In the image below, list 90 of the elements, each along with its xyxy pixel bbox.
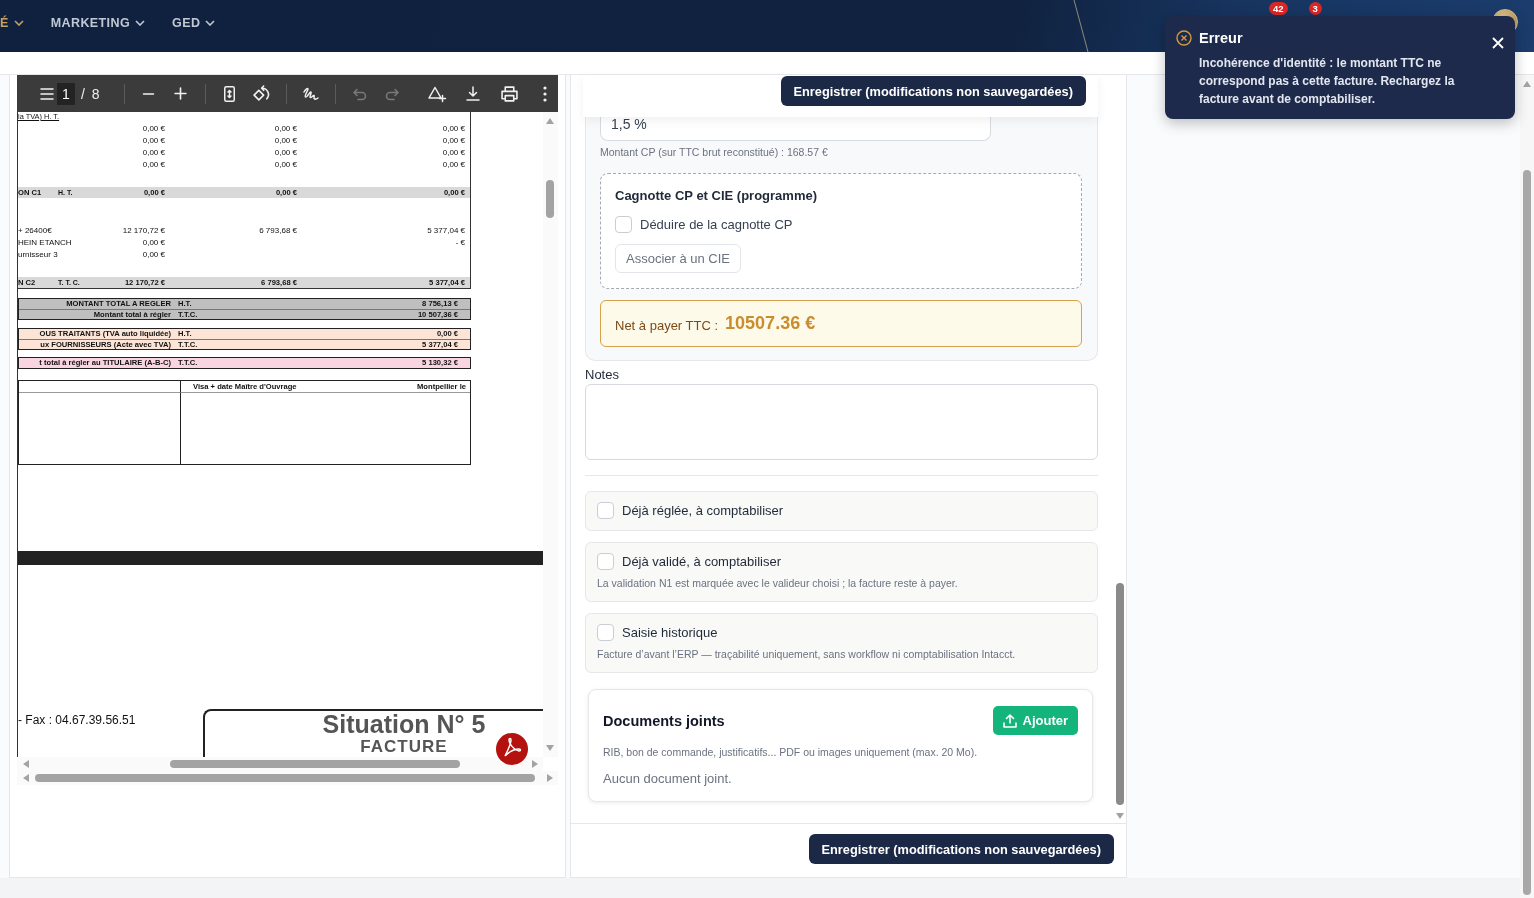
decorative-line <box>1072 0 1090 52</box>
amount-text: 0,00 € <box>273 135 297 145</box>
helper-text: Montant CP (sur TTC brut reconstitué) : 168.57 € <box>600 145 829 159</box>
row-label: HEIN ETANCH <box>18 237 73 247</box>
amount-text: 0,00 € <box>141 237 165 247</box>
section-title: Cagnotte CP et CIE (programme) <box>615 187 818 205</box>
scroll-down-arrow-icon[interactable] <box>1116 812 1124 821</box>
page-number-field[interactable]: 1 <box>57 82 75 105</box>
scrollbar-thumb[interactable] <box>1116 583 1124 805</box>
upload-icon <box>1002 713 1017 728</box>
chevron-down-icon <box>135 20 146 26</box>
amount-text: 5 377,04 € <box>426 225 466 235</box>
amount-text: 0,00 € <box>273 123 297 133</box>
toast-title: Erreur <box>1199 30 1243 46</box>
close-button[interactable] <box>1491 36 1505 50</box>
amount-text: 0,00 € <box>141 159 165 169</box>
scroll-down-arrow-icon[interactable] <box>546 744 554 752</box>
horizontal-scrollbar[interactable] <box>17 757 543 771</box>
field-label: Notes <box>585 368 620 382</box>
fit-page-icon <box>224 85 236 102</box>
notification-badge: 3 <box>1308 2 1322 15</box>
squiggle-icon <box>302 86 319 101</box>
section-title: Documents joints <box>603 712 725 729</box>
horizontal-scrollbar[interactable] <box>17 771 558 785</box>
triangle-plus-icon <box>428 85 446 102</box>
scrollbar-thumb[interactable] <box>1523 170 1531 895</box>
checkbox-label[interactable]: Déjà validé, à comptabiliser <box>622 553 781 569</box>
rate-input-field[interactable]: 1,5 % <box>600 117 991 141</box>
notes-field[interactable] <box>585 384 1098 460</box>
nav-menu-item[interactable]: MARKETING <box>50 13 146 33</box>
document-subtitle: FACTURE <box>360 737 448 756</box>
menu-icon <box>40 87 54 100</box>
scrollbar-thumb[interactable] <box>35 774 535 782</box>
amount-text: 0,00 € <box>273 147 297 157</box>
checkbox-label[interactable]: Déduire de la cagnotte CP <box>640 216 793 232</box>
close-icon <box>1492 37 1504 49</box>
nav-menu-item[interactable]: É <box>0 13 24 33</box>
amount-text: 0,00 € <box>441 123 466 133</box>
checkbox[interactable] <box>597 552 614 570</box>
print-icon <box>500 85 518 102</box>
undo-icon <box>352 87 367 100</box>
plus-icon <box>174 87 188 100</box>
chevron-down-icon <box>205 20 216 26</box>
download-icon <box>466 86 480 101</box>
scroll-up-arrow-icon[interactable] <box>1523 80 1531 88</box>
checkbox-label[interactable]: Déjà réglée, à comptabiliser <box>622 502 784 518</box>
checkbox[interactable] <box>597 501 614 519</box>
toast-message: Incohérence d'identité : le montant TTC ne correspond pas à cette facture. Rechargez la facture avant de comptabiliser. <box>1199 55 1456 108</box>
document-title: Situation N° 5 <box>322 711 486 737</box>
amount-text: 0,00 € <box>141 123 165 133</box>
amount-text: 6 793,68 € <box>258 225 297 235</box>
notification-badge: 42 <box>1269 2 1288 15</box>
amount-text: 0,00 € <box>141 249 165 259</box>
checkbox[interactable] <box>615 215 632 233</box>
row-label: urnisseur 3 <box>18 249 59 259</box>
minus-icon <box>142 92 156 95</box>
page-count: / 8 <box>81 85 100 102</box>
amount-text: - € <box>454 237 466 247</box>
pdf-icon[interactable] <box>496 733 528 765</box>
amount-text: 12 170,72 € <box>121 225 165 235</box>
amount-text: 0,00 € <box>441 159 466 169</box>
row-label: + 26400€ <box>18 225 53 235</box>
page-scrollbar[interactable] <box>1520 75 1534 898</box>
amount-text: 0,00 € <box>441 147 466 157</box>
associate-button[interactable]: Associer à un CIE <box>615 244 742 273</box>
nav-menu-item[interactable]: GED <box>172 13 216 33</box>
net-amount: 10507.36 € <box>725 313 816 334</box>
amount-text: 0,00 € <box>141 135 165 145</box>
amount-text: 0,00 € <box>273 159 297 169</box>
net-label: Net à payer TTC : <box>615 317 719 333</box>
save-button[interactable]: Enregistrer (modifications non sauvegardées) <box>780 76 1086 106</box>
save-button[interactable]: Enregistrer (modifications non sauvegardées) <box>808 834 1114 865</box>
empty-state-text: Aucun document joint. <box>603 771 733 787</box>
amount-text: 0,00 € <box>441 135 466 145</box>
error-icon <box>1176 30 1192 46</box>
rotate-icon <box>253 85 271 102</box>
contact-text: - Fax : 04.67.39.56.51 <box>18 712 137 729</box>
scrollbar-thumb[interactable] <box>546 180 554 218</box>
redo-icon <box>384 87 399 100</box>
helper-text: Facture d’avant l’ERP — traçabilité uniquement, sans workflow ni comptabilisation Intacct. <box>597 647 1017 661</box>
helper-text: RIB, bon de commande, justificatifs... PDF ou images uniquement (max. 20 Mo). <box>603 745 979 759</box>
checkbox-label[interactable]: Saisie historique <box>622 624 718 640</box>
checkbox[interactable] <box>597 623 614 641</box>
amount-text: 0,00 € <box>141 147 165 157</box>
helper-text: La validation N1 est marquée avec le valideur choisi ; la facture reste à payer. <box>597 576 959 590</box>
more-icon <box>543 85 547 102</box>
scroll-up-arrow-icon[interactable] <box>546 117 554 125</box>
scrollbar-thumb[interactable] <box>170 760 460 768</box>
chevron-down-icon <box>13 20 24 26</box>
vertical-scrollbar[interactable] <box>543 112 558 757</box>
